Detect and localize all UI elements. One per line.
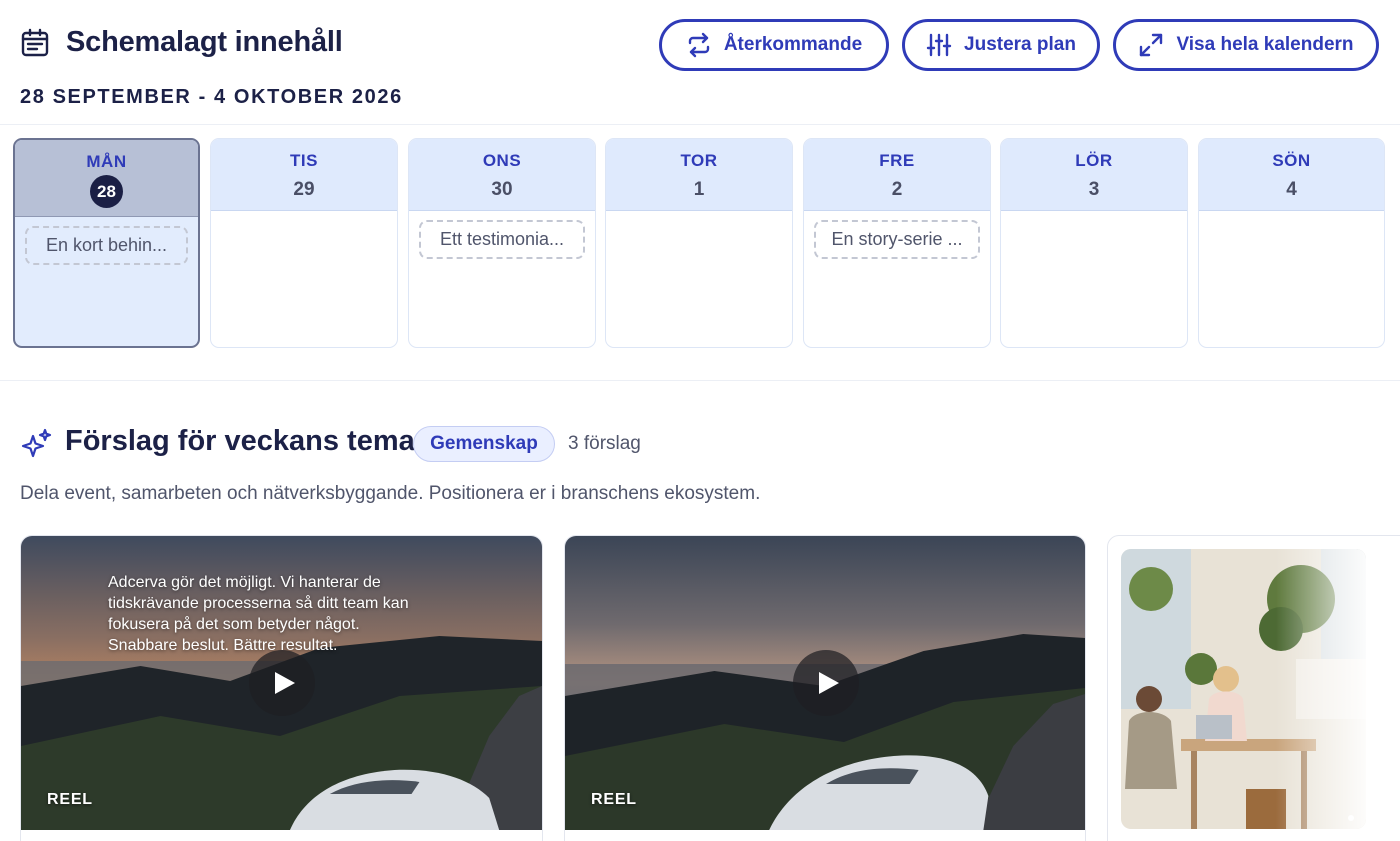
day-header: MÅN 28 <box>15 140 198 217</box>
day-number: 30 <box>491 179 513 200</box>
day-number-today: 28 <box>90 175 123 208</box>
day-number: 3 <box>1088 179 1100 200</box>
calendar-icon <box>21 28 49 57</box>
reel-thumbnail: REEL <box>565 536 1085 830</box>
day-column-sun[interactable]: SÖN 4 <box>1198 138 1385 348</box>
recurring-button-label: Återkommande <box>723 34 863 55</box>
day-header: FRE 2 <box>804 139 990 211</box>
scheduled-post-chip[interactable]: En story-serie ... <box>814 220 980 259</box>
full-calendar-button[interactable]: Visa hela kalendern <box>1113 19 1379 71</box>
day-header: LÖR 3 <box>1001 139 1187 211</box>
play-button[interactable] <box>249 650 315 716</box>
day-column-sat[interactable]: LÖR 3 <box>1000 138 1188 348</box>
day-name: SÖN <box>1272 151 1311 170</box>
play-button[interactable] <box>793 650 859 716</box>
date-range: 28 SEPTEMBER - 4 OKTOBER 2026 <box>20 86 403 108</box>
day-column-thu[interactable]: TOR 1 <box>605 138 793 348</box>
reel-tag: REEL <box>591 791 637 808</box>
play-icon <box>819 672 839 694</box>
sparkle-icon <box>21 428 52 458</box>
day-header: TOR 1 <box>606 139 792 211</box>
reel-thumbnail: Adcerva gör det möjligt. Vi hanterar de … <box>21 536 542 830</box>
day-number: 1 <box>693 179 705 200</box>
suggestions-description: Dela event, samarbeten och nätverksbygga… <box>20 483 761 504</box>
full-calendar-button-label: Visa hela kalendern <box>1176 34 1354 55</box>
day-name: TOR <box>680 151 718 170</box>
day-column-tue[interactable]: TIS 29 <box>210 138 398 348</box>
day-column-wed[interactable]: ONS 30 Ett testimonia... <box>408 138 596 348</box>
post-thumbnail <box>1121 549 1366 829</box>
section-divider <box>0 380 1400 381</box>
carousel-dot[interactable] <box>1348 815 1354 821</box>
day-header: TIS 29 <box>211 139 397 211</box>
scroll-fade <box>1276 549 1366 829</box>
expand-icon <box>1140 33 1163 57</box>
suggestions-title: Förslag för veckans tema <box>65 425 415 457</box>
schedule-header: Schemalagt innehåll 28 SEPTEMBER - 4 OKT… <box>0 0 1400 125</box>
suggestion-card[interactable]: Adcerva gör det möjligt. Vi hanterar de … <box>20 535 543 841</box>
day-column-fri[interactable]: FRE 2 En story-serie ... <box>803 138 991 348</box>
adjust-plan-button-label: Justera plan <box>964 34 1076 55</box>
repeat-icon <box>688 32 710 58</box>
theme-badge: Gemenskap <box>413 426 555 462</box>
day-number: 2 <box>891 179 903 200</box>
sliders-icon <box>926 33 952 57</box>
day-name: MÅN <box>86 152 127 171</box>
day-column-mon[interactable]: MÅN 28 En kort behin... <box>13 138 200 348</box>
day-name: FRE <box>879 151 915 170</box>
recurring-button[interactable]: Återkommande <box>659 19 889 71</box>
suggestion-count: 3 förslag <box>568 433 641 454</box>
reel-tag: REEL <box>47 791 93 808</box>
page-title: Schemalagt innehåll <box>66 26 343 58</box>
day-number: 29 <box>293 179 315 200</box>
adjust-plan-button[interactable]: Justera plan <box>902 19 1100 71</box>
carousel-dots <box>1121 815 1366 821</box>
day-name: LÖR <box>1075 151 1113 170</box>
suggestion-card[interactable]: REEL <box>564 535 1086 841</box>
day-header: SÖN 4 <box>1199 139 1384 211</box>
day-number: 4 <box>1286 179 1297 200</box>
reel-caption-overlay: Adcerva gör det möjligt. Vi hanterar de … <box>108 574 409 654</box>
day-name: ONS <box>482 151 522 170</box>
scheduled-post-chip[interactable]: En kort behin... <box>25 226 188 265</box>
day-header: ONS 30 <box>409 139 595 211</box>
suggestion-card[interactable] <box>1107 535 1400 841</box>
day-name: TIS <box>290 151 318 170</box>
play-icon <box>275 672 295 694</box>
scheduled-post-chip[interactable]: Ett testimonia... <box>419 220 585 259</box>
